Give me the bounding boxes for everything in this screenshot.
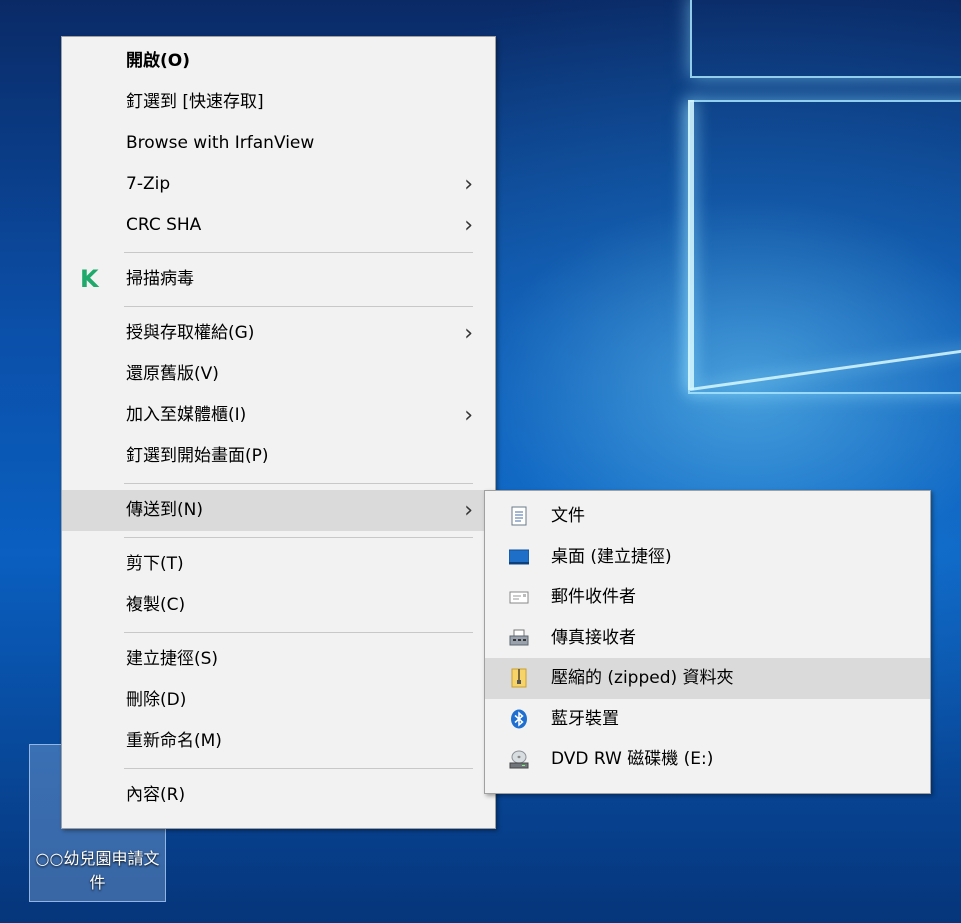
menu-item-label: 還原舊版(V)	[126, 364, 219, 384]
menu-item-rename[interactable]: 重新命名(M)	[62, 721, 495, 762]
send-to-label: 文件	[551, 506, 585, 526]
menu-separator	[124, 768, 473, 769]
bluetooth-icon	[511, 709, 527, 728]
menu-item-7zip[interactable]: 7-Zip ›	[62, 164, 495, 205]
menu-item-open[interactable]: 開啟(O)	[62, 41, 495, 82]
kaspersky-k-icon: K	[80, 265, 99, 293]
light-beam	[688, 100, 694, 390]
send-to-label: 桌面 (建立捷徑)	[551, 546, 672, 567]
mail-recipient-icon	[509, 591, 529, 604]
menu-separator	[124, 306, 473, 307]
send-to-label: 藍牙裝置	[551, 708, 619, 729]
menu-item-grant-access[interactable]: 授與存取權給(G) ›	[62, 313, 495, 354]
send-to-documents[interactable]: 文件	[485, 496, 930, 537]
menu-item-browse-irfanview[interactable]: Browse with IrfanView	[62, 123, 495, 164]
menu-separator	[124, 483, 473, 484]
menu-item-label: Browse with IrfanView	[126, 133, 315, 153]
menu-item-restore-previous[interactable]: 還原舊版(V)	[62, 354, 495, 395]
menu-item-label: 加入至媒體櫃(I)	[126, 405, 247, 425]
menu-item-label: 釘選到 [快速存取]	[126, 92, 264, 112]
menu-separator	[124, 252, 473, 253]
chevron-right-icon: ›	[464, 172, 473, 197]
document-icon	[511, 506, 527, 526]
menu-item-pin-quick-access[interactable]: 釘選到 [快速存取]	[62, 82, 495, 123]
menu-item-copy[interactable]: 複製(C)	[62, 585, 495, 626]
window-light-pane	[690, 0, 961, 78]
menu-item-label: 開啟(O)	[126, 51, 190, 71]
menu-item-label: 7-Zip	[126, 174, 171, 194]
menu-separator	[124, 537, 473, 538]
send-to-bluetooth[interactable]: 藍牙裝置	[485, 699, 930, 740]
menu-item-scan-virus[interactable]: K 掃描病毒	[62, 259, 495, 300]
menu-item-label: 授與存取權給(G)	[126, 323, 255, 343]
desktop-icon	[509, 549, 529, 564]
send-to-label: 傳真接收者	[551, 627, 636, 648]
menu-item-label: 剪下(T)	[126, 554, 184, 574]
dvd-drive-icon	[509, 750, 529, 769]
menu-item-label: 建立捷徑(S)	[126, 649, 219, 669]
chevron-right-icon: ›	[464, 498, 473, 523]
menu-item-label: 掃描病毒	[126, 269, 194, 289]
menu-item-label: 重新命名(M)	[126, 731, 222, 751]
chevron-right-icon: ›	[464, 321, 473, 346]
send-to-submenu: 文件 桌面 (建立捷徑) 郵件收件者 傳真接收者 壓縮的 (zipped) 資料…	[484, 490, 931, 794]
menu-item-send-to[interactable]: 傳送到(N) ›	[62, 490, 495, 531]
send-to-dvd-drive[interactable]: DVD RW 磁碟機 (E:)	[485, 739, 930, 780]
menu-separator	[124, 632, 473, 633]
send-to-label: 郵件收件者	[551, 587, 636, 607]
context-menu: 開啟(O) 釘選到 [快速存取] Browse with IrfanView 7…	[61, 36, 496, 829]
window-light-pane	[688, 100, 961, 394]
menu-item-cut[interactable]: 剪下(T)	[62, 544, 495, 585]
menu-item-add-to-library[interactable]: 加入至媒體櫃(I) ›	[62, 395, 495, 436]
menu-item-delete[interactable]: 刪除(D)	[62, 680, 495, 721]
send-to-zip-folder[interactable]: 壓縮的 (zipped) 資料夾	[485, 658, 930, 699]
menu-item-label: 複製(C)	[126, 595, 186, 615]
menu-item-crc-sha[interactable]: CRC SHA ›	[62, 205, 495, 246]
chevron-right-icon: ›	[464, 403, 473, 428]
menu-item-create-shortcut[interactable]: 建立捷徑(S)	[62, 639, 495, 680]
send-to-label: 壓縮的 (zipped) 資料夾	[551, 668, 734, 688]
send-to-desktop[interactable]: 桌面 (建立捷徑)	[485, 537, 930, 578]
fax-icon	[509, 629, 529, 645]
menu-item-label: 內容(R)	[126, 785, 186, 805]
send-to-label: DVD RW 磁碟機 (E:)	[551, 749, 714, 769]
menu-item-properties[interactable]: 內容(R)	[62, 775, 495, 816]
menu-item-label: 傳送到(N)	[126, 500, 203, 520]
menu-item-label: CRC SHA	[126, 215, 202, 235]
desktop-file-label: ○○幼兒園申請文件	[35, 849, 160, 892]
menu-item-label: 釘選到開始畫面(P)	[126, 446, 269, 466]
send-to-mail-recipient[interactable]: 郵件收件者	[485, 577, 930, 618]
send-to-fax-recipient[interactable]: 傳真接收者	[485, 618, 930, 659]
menu-item-pin-start[interactable]: 釘選到開始畫面(P)	[62, 436, 495, 477]
zip-folder-icon	[511, 668, 527, 688]
chevron-right-icon: ›	[464, 213, 473, 238]
menu-item-label: 刪除(D)	[126, 690, 187, 710]
